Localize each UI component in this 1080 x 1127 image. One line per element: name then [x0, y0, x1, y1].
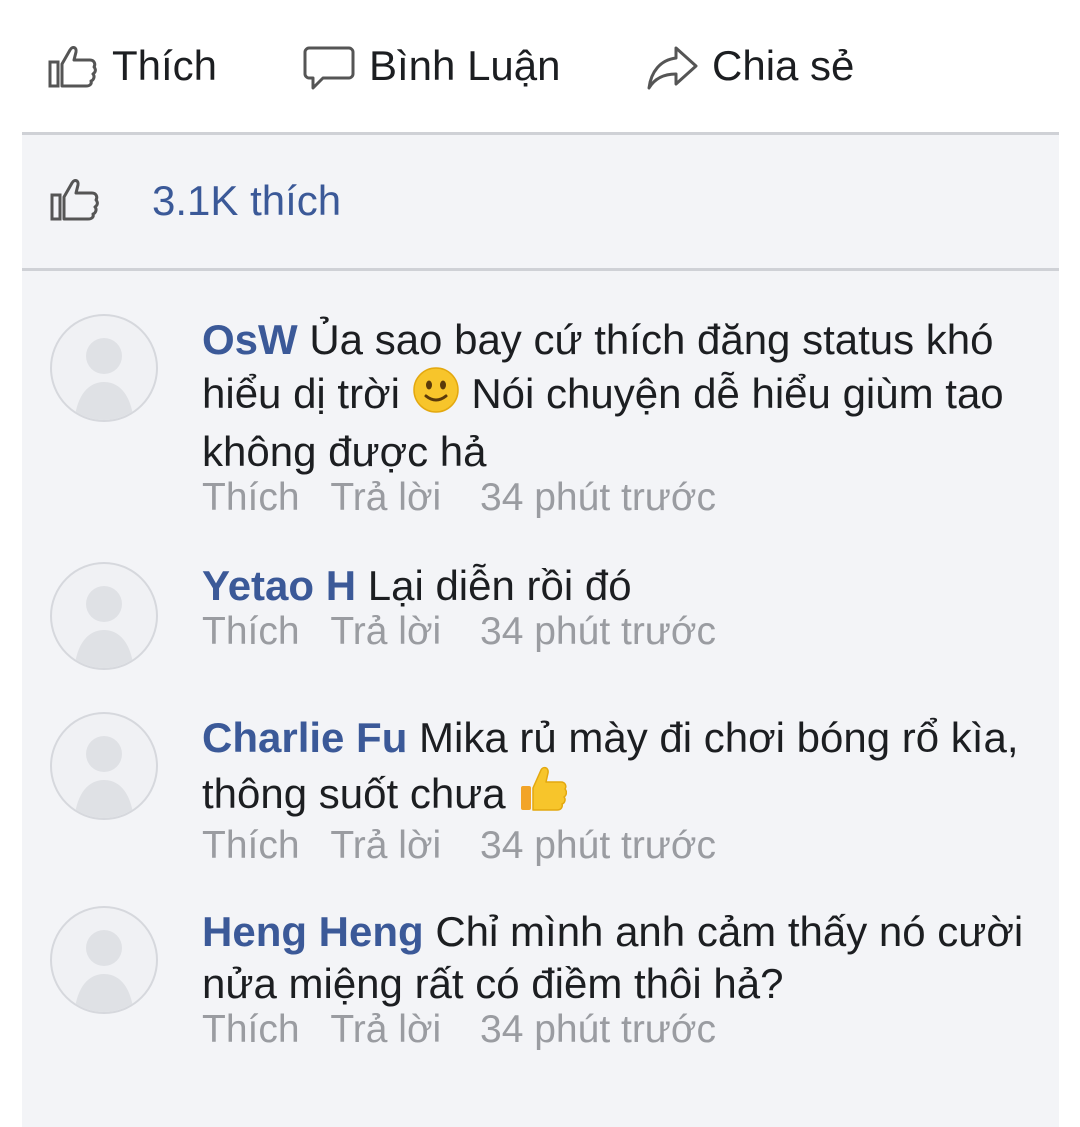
- avatar[interactable]: [50, 314, 158, 422]
- thumbs-up-outline-icon: [48, 173, 100, 230]
- likes-summary: 3.1K thích: [22, 135, 1059, 268]
- divider: [22, 268, 1059, 271]
- comment-timestamp: 34 phút trước: [480, 824, 716, 867]
- comment-reply-link[interactable]: Trả lời: [330, 824, 441, 868]
- comment-timestamp: 34 phút trước: [480, 1008, 716, 1051]
- comment-body: Yetao H Lại diễn rồi đó Thích Trả lời 34…: [202, 560, 1037, 654]
- comment-timestamp: 34 phút trước: [480, 610, 716, 653]
- share-label: Chia sẻ: [712, 42, 855, 89]
- comment-reply-link[interactable]: Trả lời: [330, 610, 441, 654]
- comment-label: Bình Luận: [369, 42, 561, 89]
- comment-body: Charlie Fu Mika rủ mày đi chơi bóng rổ k…: [202, 712, 1037, 868]
- comment-meta: Thích Trả lời 34 phút trước: [202, 1008, 1037, 1052]
- comment-author[interactable]: OsW: [202, 316, 298, 363]
- comment-timestamp: 34 phút trước: [480, 476, 716, 519]
- share-button[interactable]: Chia sẻ: [646, 36, 854, 96]
- likes-count-link[interactable]: 3.1K thích: [152, 175, 341, 227]
- comment-body: Heng Heng Chỉ mình anh cảm thấy nó cười …: [202, 906, 1037, 1052]
- slightly-smiling-face-icon: [412, 366, 460, 426]
- comment-meta: Thích Trả lời 34 phút trước: [202, 824, 1037, 868]
- speech-bubble-icon: [303, 40, 355, 92]
- comment-author[interactable]: Yetao H: [202, 562, 356, 609]
- avatar[interactable]: [50, 712, 158, 820]
- thumbs-up-outline-icon: [46, 40, 98, 92]
- avatar[interactable]: [50, 562, 158, 670]
- comment-reply-link[interactable]: Trả lời: [330, 476, 441, 520]
- avatar[interactable]: [50, 906, 158, 1014]
- like-button[interactable]: Thích: [46, 36, 217, 96]
- post-action-bar: Thích Bình Luận Chia sẻ: [0, 0, 1080, 132]
- comment-like-link[interactable]: Thích: [202, 824, 300, 868]
- share-arrow-icon: [646, 40, 698, 92]
- comment-like-link[interactable]: Thích: [202, 610, 300, 654]
- comment-meta: Thích Trả lời 34 phút trước: [202, 476, 1037, 520]
- comment-body: OsW Ủa sao bay cứ thích đăng status khó …: [202, 314, 1037, 520]
- comment-text: Lại diễn rồi đó: [367, 562, 632, 609]
- comment-author[interactable]: Heng Heng: [202, 908, 424, 955]
- comment-meta: Thích Trả lời 34 phút trước: [202, 610, 1037, 654]
- comment-author[interactable]: Charlie Fu: [202, 714, 407, 761]
- thumbs-up-icon: [517, 764, 568, 826]
- comment-like-link[interactable]: Thích: [202, 1008, 300, 1052]
- comment-reply-link[interactable]: Trả lời: [330, 1008, 441, 1052]
- comment-like-link[interactable]: Thích: [202, 476, 300, 520]
- like-label: Thích: [112, 42, 218, 89]
